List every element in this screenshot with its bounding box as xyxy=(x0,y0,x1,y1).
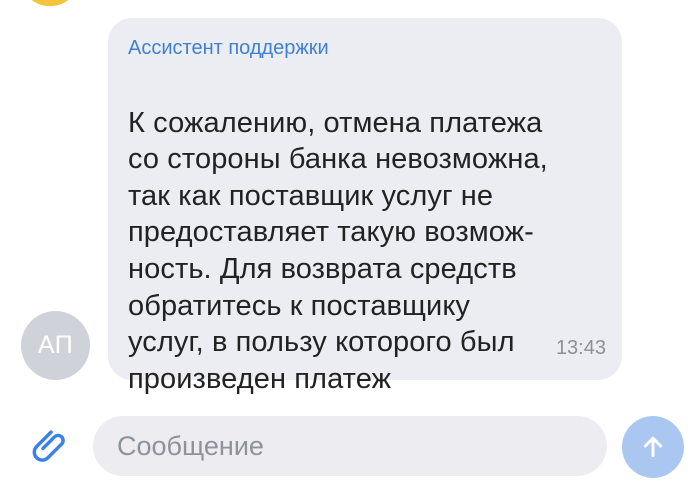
avatar-initials: АП xyxy=(37,331,74,359)
message-composer xyxy=(0,392,700,492)
message-line: ность. Для возврата средств xyxy=(128,252,517,285)
sender-avatar: АП xyxy=(21,311,90,380)
message-text: К сожалению, отмена платежа со стороны б… xyxy=(128,68,600,397)
message-line: услуг, в пользу которого был xyxy=(128,326,515,359)
message-line: обратитесь к поставщику xyxy=(128,289,471,322)
partial-avatar xyxy=(21,0,79,6)
message-input[interactable] xyxy=(117,425,577,467)
message-line: так как поставщик услуг не xyxy=(128,179,494,212)
chat-screen: АП Ассистент поддержки К сожалению, отме… xyxy=(0,0,700,492)
message-bubble: Ассистент поддержки К сожалению, отмена … xyxy=(108,18,622,395)
send-button[interactable] xyxy=(622,416,684,478)
message-time: 13:43 xyxy=(555,337,606,359)
attach-button[interactable] xyxy=(28,423,70,465)
message-line: предоставляет такую возмож- xyxy=(128,216,534,249)
message-input-container[interactable] xyxy=(93,416,607,476)
message-line: К сожалению, отмена платежа xyxy=(128,106,543,139)
arrow-up-icon xyxy=(643,436,663,458)
message-line: произведен платеж xyxy=(128,362,392,395)
sender-name: Ассистент поддержки xyxy=(128,37,329,59)
paperclip-icon xyxy=(32,430,65,462)
message-line: со стороны банка невозможна, xyxy=(128,143,548,176)
